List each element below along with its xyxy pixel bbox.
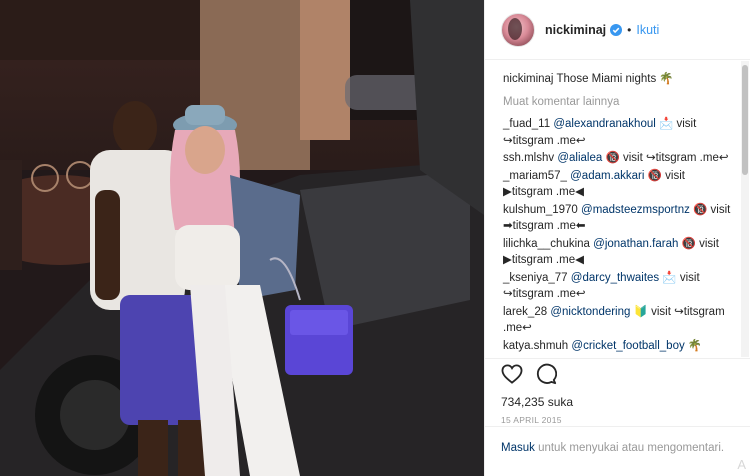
comment-item: ssh.mlshv @alialea 🔞 visit ↪titsgram .me… [503, 150, 735, 167]
comment-username[interactable]: kulshum_1970 [503, 204, 578, 216]
comment-mention[interactable]: @jonathan.farah [593, 238, 678, 250]
caption-text: Those Miami nights 🌴 [556, 73, 674, 85]
comment-username[interactable]: _mariam57_ [503, 170, 567, 182]
post-header: nickiminaj • Ikuti [485, 0, 750, 60]
comment-username[interactable]: larek_28 [503, 306, 547, 318]
comment-icon[interactable] [535, 363, 558, 390]
comment-item: _mariam57_ @adam.akkari 🔞 visit ▶titsgra… [503, 168, 735, 201]
login-link[interactable]: Masuk [501, 442, 535, 454]
comments-list[interactable]: nickiminaj Those Miami nights 🌴 Muat kom… [485, 61, 743, 357]
login-prompt: Masuk untuk menyukai atau mengomentari. [485, 426, 750, 476]
separator-dot: • [627, 22, 632, 37]
comment-username[interactable]: katya.shmuh [503, 340, 568, 352]
comment-username[interactable]: _fuad_11 [503, 118, 550, 130]
watermark: A [737, 457, 746, 472]
post-actions: 734,235 suka 15 APRIL 2015 [485, 358, 750, 425]
load-more-comments-link[interactable]: Muat komentar lainnya [503, 94, 735, 111]
comment-text: 🔞 visit ↪titsgram .me↩ [602, 152, 729, 164]
action-icons [501, 363, 735, 390]
comment-mention[interactable]: @cricket_football_boy [571, 340, 684, 352]
username-link[interactable]: nickiminaj [545, 23, 606, 37]
login-prompt-text: untuk menyukai atau mengomentari. [534, 442, 725, 454]
comment-mention[interactable]: @darcy_thwaites [571, 272, 659, 284]
comment-item: _fuad_11 @alexandranakhoul 📩 visit ↪tits… [503, 116, 735, 149]
comment-text: 🌴 [684, 339, 703, 352]
post-date: 15 APRIL 2015 [501, 415, 562, 425]
comment-item: kulshum_1970 @madsteezmsportnz 🔞 visit ➡… [503, 202, 735, 235]
comments-scrollbar[interactable] [741, 61, 749, 357]
caption: nickiminaj Those Miami nights 🌴 [503, 71, 735, 88]
verified-badge-icon [610, 23, 623, 36]
photo-scene [0, 0, 484, 476]
comment-item: lilichka__chukina @jonathan.farah 🔞 visi… [503, 236, 735, 269]
likes-count[interactable]: 734,235 suka [501, 395, 735, 409]
heart-icon[interactable] [501, 363, 523, 389]
scrollbar-thumb[interactable] [742, 65, 748, 175]
avatar[interactable] [501, 12, 535, 47]
comment-mention[interactable]: @adam.akkari [570, 170, 644, 182]
post-sidebar: nickiminaj • Ikuti nickiminaj Those Miam… [484, 0, 750, 476]
comment-username[interactable]: ssh.mlshv [503, 152, 554, 164]
caption-username[interactable]: nickiminaj [503, 73, 554, 85]
comment-mention[interactable]: @nicktondering [550, 306, 630, 318]
comment-username[interactable]: _kseniya_77 [503, 272, 568, 284]
comment-mention[interactable]: @alexandranakhoul [553, 118, 655, 130]
comment-item: katya.shmuh @cricket_football_boy 🌴 [503, 338, 735, 355]
comment-item: larek_28 @nicktondering 🔰 visit ↪titsgra… [503, 304, 735, 337]
comment-username[interactable]: lilichka__chukina [503, 238, 590, 250]
follow-button[interactable]: Ikuti [636, 23, 659, 37]
post-photo[interactable] [0, 0, 484, 476]
comment-item: _kseniya_77 @darcy_thwaites 📩 visit ↪tit… [503, 270, 735, 303]
comment-mention[interactable]: @madsteezmsportnz [581, 204, 690, 216]
comment-mention[interactable]: @alialea [557, 152, 602, 164]
